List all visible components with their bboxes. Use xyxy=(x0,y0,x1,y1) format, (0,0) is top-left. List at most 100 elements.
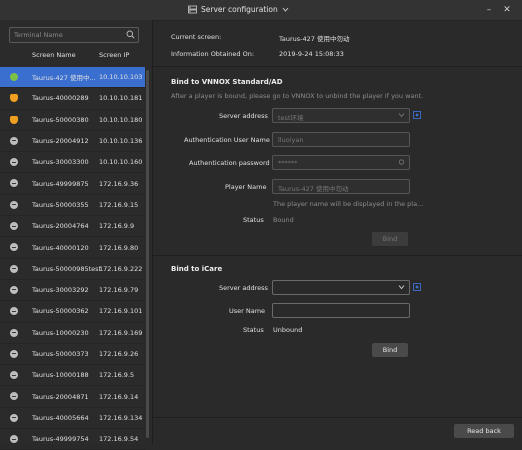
terminal-ip: 172.16.9.26 xyxy=(99,350,139,358)
terminal-name: Taurus-50000373 xyxy=(32,350,89,358)
vnnox-status-label: Status xyxy=(243,216,264,224)
terminal-row[interactable]: Taurus-427 使用中... 10.10.10.103 xyxy=(0,67,145,89)
offline-status-icon xyxy=(10,285,18,294)
read-back-button[interactable]: Read back xyxy=(454,424,514,438)
scrollbar-thumb[interactable] xyxy=(146,70,149,438)
column-header-name[interactable]: Screen Name xyxy=(32,51,76,65)
title-bar: Server configuration – ✕ xyxy=(0,0,522,21)
divider xyxy=(153,255,522,256)
icare-server-label: Server address xyxy=(219,284,268,292)
terminal-row[interactable]: Taurus-10000230 172.16.9.169 xyxy=(0,323,145,344)
current-screen-label: Current screen: xyxy=(171,33,222,41)
server-config-icon xyxy=(188,5,197,14)
icare-status-value: Unbound xyxy=(273,326,303,334)
vnnox-user-field: lluoiyan xyxy=(272,132,410,147)
terminal-ip: 10.10.10.136 xyxy=(99,137,143,146)
terminal-ip: 172.16.9.9 xyxy=(99,222,135,231)
vnnox-password-label: Authentication password xyxy=(189,159,270,167)
terminal-row[interactable]: Taurus-49999875 172.16.9.36 xyxy=(0,173,145,195)
vnnox-bind-button[interactable]: Bind xyxy=(372,232,408,246)
eye-icon xyxy=(398,159,405,165)
vnnox-server-value: test环境 xyxy=(278,114,304,122)
terminal-row[interactable]: Taurus-49999754 172.16.9.54 xyxy=(0,429,145,450)
terminal-row[interactable]: Taurus-50000362 172.16.9.101 xyxy=(0,301,145,323)
terminal-name: Taurus-20004912 xyxy=(32,137,89,146)
player-name-field: Taurus-427 使用中勿动 xyxy=(272,179,410,194)
terminal-row[interactable]: Taurus-30003300 10.10.10.160 xyxy=(0,152,145,174)
current-screen-value: Taurus-427 使用中勿动 xyxy=(279,35,350,43)
terminal-row[interactable]: Taurus-30003292 172.16.9.79 xyxy=(0,280,145,302)
scrollbar[interactable] xyxy=(145,66,150,444)
terminal-row[interactable]: Taurus-10000188 172.16.9.5 xyxy=(0,365,145,387)
search-icon[interactable] xyxy=(126,30,135,39)
terminal-ip: 172.16.9.14 xyxy=(99,392,139,401)
terminal-ip: 172.16.9.5 xyxy=(99,371,135,380)
offline-status-icon xyxy=(10,158,18,167)
terminal-name: Taurus-20004871 xyxy=(32,392,89,401)
terminal-name: Taurus-40005664 xyxy=(32,413,89,422)
warning-status-icon xyxy=(10,115,18,124)
terminal-row[interactable]: Taurus-50000985test 172.16.9.222 xyxy=(0,259,145,280)
offline-status-icon xyxy=(10,264,18,273)
terminal-ip: 172.16.9.169 xyxy=(99,328,143,337)
terminal-name: Taurus-49999875 xyxy=(32,179,89,188)
icare-bind-button[interactable]: Bind xyxy=(372,343,408,357)
terminal-row[interactable]: Taurus-50000380 10.10.10.180 xyxy=(0,110,145,131)
server-link-icon[interactable] xyxy=(413,283,421,291)
terminal-row[interactable]: Taurus-20004871 172.16.9.14 xyxy=(0,386,145,408)
terminal-name: Taurus-30003292 xyxy=(32,286,89,295)
offline-status-icon xyxy=(10,392,18,401)
offline-status-icon xyxy=(10,200,18,209)
player-name-hint: The player name will be displayed in the… xyxy=(273,200,424,208)
terminal-row[interactable]: Taurus-40000120 172.16.9.80 xyxy=(0,237,145,259)
close-icon[interactable]: ✕ xyxy=(500,4,514,16)
terminal-row[interactable]: Taurus-20004912 10.10.10.136 xyxy=(0,131,145,153)
vnnox-user-value: lluoiyan xyxy=(278,136,304,144)
offline-status-icon xyxy=(10,349,18,358)
minimize-icon[interactable]: – xyxy=(482,4,496,16)
obtained-on-label: Information Obtained On: xyxy=(171,50,255,58)
footer-divider xyxy=(153,417,522,418)
offline-status-icon xyxy=(10,307,18,316)
icare-server-select[interactable] xyxy=(272,280,410,295)
title-menu[interactable]: Server configuration xyxy=(188,5,289,14)
terminal-ip: 172.16.9.101 xyxy=(99,307,143,316)
terminal-row[interactable]: Taurus-40000289 10.10.10.181 xyxy=(0,88,145,110)
terminal-ip: 172.16.9.15 xyxy=(99,200,139,209)
offline-status-icon xyxy=(10,179,18,188)
terminal-name: Taurus-20004764 xyxy=(32,222,89,231)
search-input[interactable]: Terminal Name xyxy=(9,27,139,43)
terminal-row[interactable]: Taurus-50000373 172.16.9.26 xyxy=(0,344,145,366)
offline-status-icon xyxy=(10,435,18,444)
terminal-row[interactable]: Taurus-20004764 172.16.9.9 xyxy=(0,216,145,238)
terminal-row[interactable]: Taurus-40005664 172.16.9.134 xyxy=(0,408,145,430)
terminal-ip: 10.10.10.160 xyxy=(99,158,143,167)
terminal-name: Taurus-49999754 xyxy=(32,435,89,444)
chevron-down-icon[interactable] xyxy=(282,7,289,12)
divider xyxy=(153,66,522,67)
terminal-ip: 172.16.9.222 xyxy=(99,264,143,273)
terminal-name: Taurus-50000355 xyxy=(32,200,89,209)
vnnox-hint: After a player is bound, please go to VN… xyxy=(171,92,424,100)
icare-heading: Bind to iCare xyxy=(171,265,223,273)
vnnox-user-label: Authentication User Name xyxy=(184,136,270,144)
terminal-ip: 10.10.10.180 xyxy=(99,115,143,124)
terminal-row[interactable]: Taurus-50000355 172.16.9.15 xyxy=(0,195,145,217)
vnnox-server-label: Server address xyxy=(219,112,268,120)
vnnox-server-select: test环境 xyxy=(272,108,410,123)
terminal-name: Taurus-10000188 xyxy=(32,371,89,380)
terminal-ip: 172.16.9.54 xyxy=(99,435,139,444)
icare-user-field[interactable] xyxy=(272,303,410,318)
terminal-name: Taurus-50000985test xyxy=(32,264,102,273)
terminal-list-panel: Terminal Name Screen Name Screen IP Taur… xyxy=(0,20,153,450)
warning-status-icon xyxy=(10,94,18,103)
obtained-on-value: 2019-9-24 15:08:33 xyxy=(279,50,344,58)
column-header-ip[interactable]: Screen IP xyxy=(99,51,129,65)
offline-status-icon xyxy=(10,243,18,252)
terminal-ip: 172.16.9.134 xyxy=(99,413,143,422)
vnnox-heading: Bind to VNNOX Standard/AD xyxy=(171,78,283,86)
offline-status-icon xyxy=(10,136,18,145)
terminal-list: Taurus-427 使用中... 10.10.10.103 Taurus-4000… xyxy=(0,67,145,450)
chevron-down-icon[interactable] xyxy=(398,284,405,290)
vnnox-password-value: ****** xyxy=(278,159,298,167)
